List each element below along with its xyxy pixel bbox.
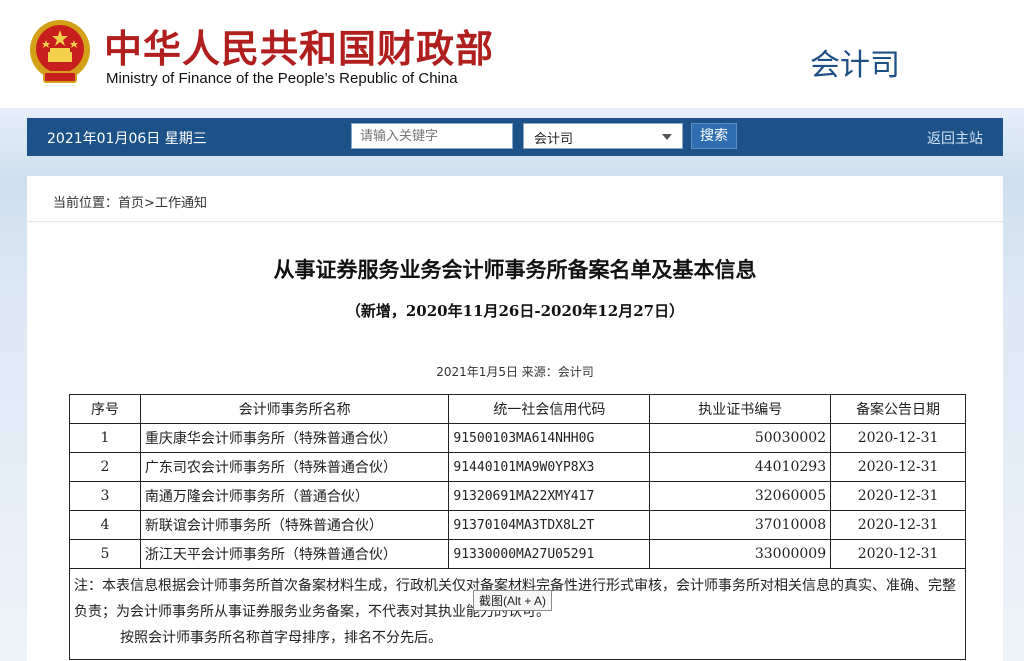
cell-index: 1 [69,423,141,453]
cell-credit-code: 91440101MA9W0YP8X3 [448,452,651,482]
table-note: 注：本表信息根据会计师事务所首次备案材料生成，行政机关仅对备案材料完备性进行形式… [69,568,966,660]
site-header: 中华人民共和国财政部 Ministry of Finance of the Pe… [0,0,1024,108]
table-row: 5 浙江天平会计师事务所（特殊普通合伙） 91330000MA27U05291 … [69,539,966,569]
cell-filing-date: 2020-12-31 [830,481,966,511]
cell-index: 4 [69,510,141,540]
breadcrumb: 当前位置：首页>工作通知 [53,192,207,211]
search-button[interactable]: 搜索 [691,123,737,149]
table-row: 2 广东司农会计师事务所（特殊普通合伙） 91440101MA9W0YP8X3 … [69,452,966,482]
department-name: 会计司 [810,48,900,83]
page-title: 从事证券服务业务会计师事务所备案名单及基本信息 [273,258,757,282]
cell-index: 3 [69,481,141,511]
divider [27,221,1003,222]
cell-credit-code: 91500103MA614NHH0G [448,423,651,453]
current-date: 2021年01月06日 星期三 [47,131,207,147]
cell-credit-code: 91330000MA27U05291 [448,539,651,569]
content-card: 当前位置：首页>工作通知 从事证券服务业务会计师事务所备案名单及基本信息 （新增… [27,176,1003,661]
header-credit-code: 统一社会信用代码 [448,394,651,424]
page-subtitle: （新增，2020年11月26日-2020年12月27日） [345,302,685,320]
breadcrumb-separator: > [144,196,155,211]
cell-cert-number: 37010008 [649,510,832,540]
chevron-down-icon [662,134,672,140]
publish-meta: 2021年1月5日 来源：会计司 [436,365,594,379]
cell-firm-name: 南通万隆会计师事务所（普通合伙） [139,481,450,511]
cell-firm-name: 浙江天平会计师事务所（特殊普通合伙） [139,539,450,569]
table-row: 4 新联谊会计师事务所（特殊普通合伙） 91370104MA3TDX8L2T 3… [69,510,966,540]
cell-index: 5 [69,539,141,569]
cell-credit-code: 91320691MA22XMY417 [448,481,651,511]
note-sort-text: 按照会计师事务所名称首字母排序，排名不分先后。 [120,630,442,646]
scope-select[interactable]: 会计司 [523,123,683,149]
table-note-row: 注：本表信息根据会计师事务所首次备案材料生成，行政机关仅对备案材料完备性进行形式… [69,568,966,660]
return-home-link[interactable]: 返回主站 [927,128,983,148]
site-title-cn: 中华人民共和国财政部 [104,26,495,71]
table-row: 3 南通万隆会计师事务所（普通合伙） 91320691MA22XMY417 32… [69,481,966,511]
header-filing-date: 备案公告日期 [830,394,966,424]
header-cert-number: 执业证书编号 [649,394,832,424]
cell-cert-number: 44010293 [649,452,832,482]
registration-table: 序号 会计师事务所名称 统一社会信用代码 执业证书编号 备案公告日期 1 重庆康… [69,394,966,660]
cell-firm-name: 新联谊会计师事务所（特殊普通合伙） [139,510,450,540]
cell-cert-number: 32060005 [649,481,832,511]
header-index: 序号 [69,394,141,424]
scope-select-value: 会计司 [534,132,574,147]
breadcrumb-prefix: 当前位置： [53,196,119,211]
search-input[interactable] [351,123,513,149]
header-firm-name: 会计师事务所名称 [139,394,450,424]
cell-filing-date: 2020-12-31 [830,423,966,453]
national-emblem-icon [30,20,90,83]
cell-firm-name: 重庆康华会计师事务所（特殊普通合伙） [139,423,450,453]
cell-filing-date: 2020-12-31 [830,452,966,482]
screenshot-tooltip: 截图(Alt + A) [473,590,553,611]
table-header-row: 序号 会计师事务所名称 统一社会信用代码 执业证书编号 备案公告日期 [69,394,966,424]
cell-filing-date: 2020-12-31 [830,539,966,569]
nav-bar: 2021年01月06日 星期三 会计司 搜索 返回主站 [27,118,1003,156]
breadcrumb-home-link[interactable]: 首页 [118,196,144,211]
cell-index: 2 [69,452,141,482]
breadcrumb-current-link[interactable]: 工作通知 [155,196,207,211]
cell-filing-date: 2020-12-31 [830,510,966,540]
table-row: 1 重庆康华会计师事务所（特殊普通合伙） 91500103MA614NHH0G … [69,423,966,453]
cell-credit-code: 91370104MA3TDX8L2T [448,510,651,540]
cell-firm-name: 广东司农会计师事务所（特殊普通合伙） [139,452,450,482]
cell-cert-number: 33000009 [649,539,832,569]
cell-cert-number: 50030002 [649,423,832,453]
site-title-en: Ministry of Finance of the People’s Repu… [106,70,458,87]
